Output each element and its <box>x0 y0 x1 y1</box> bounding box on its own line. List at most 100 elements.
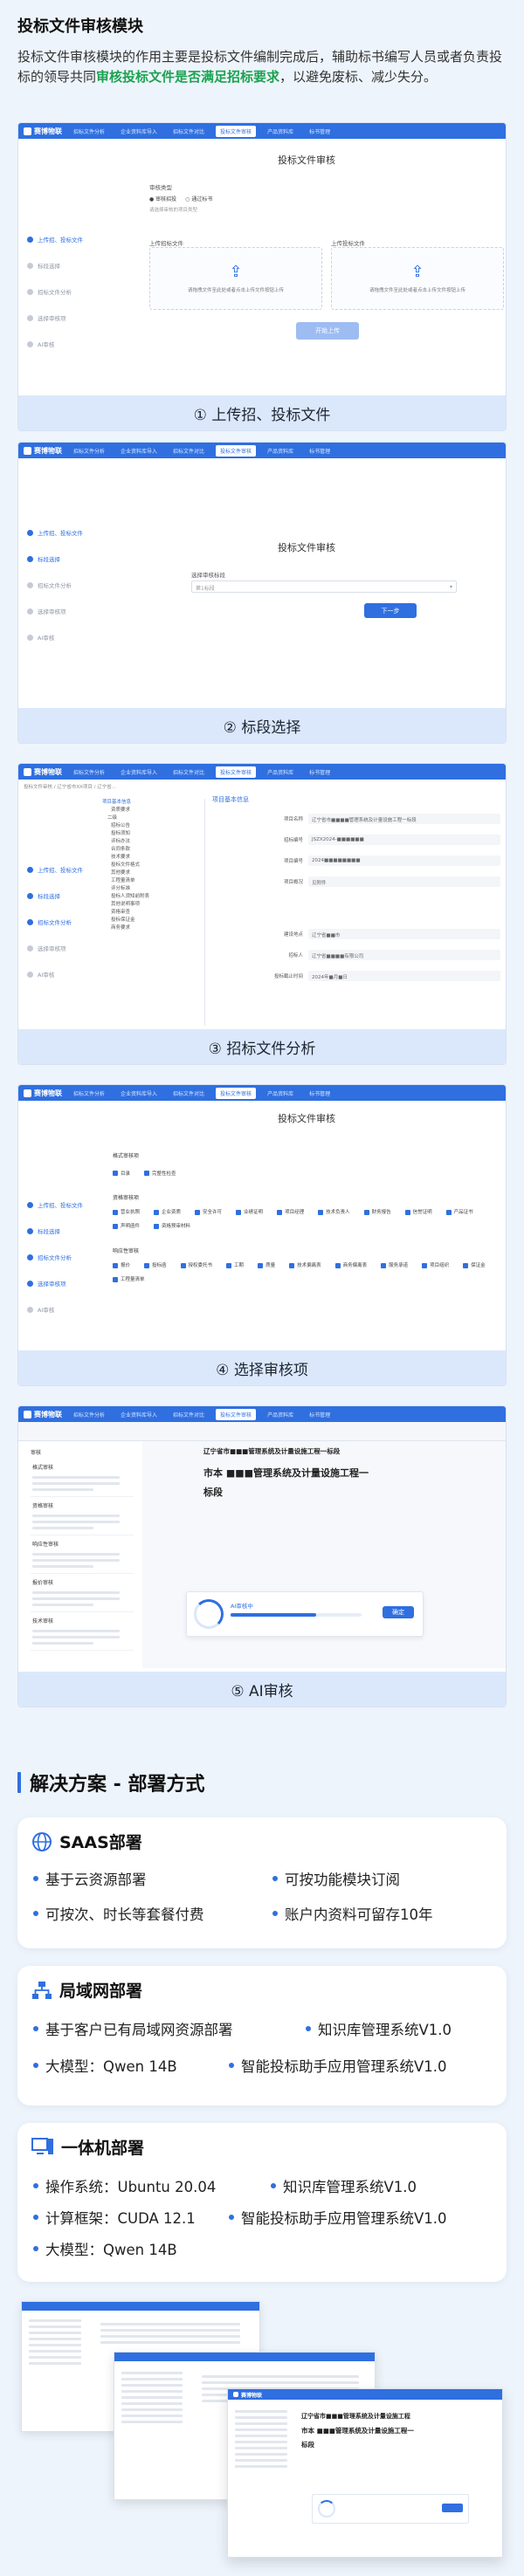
upload-bid-dropzone[interactable]: ⇪ 请拖拽文件至此处或者点击上传文件按钮上传 <box>331 247 504 310</box>
nav-item[interactable]: 产品资料库 <box>263 126 298 137</box>
review-checkbox[interactable]: 投标函 <box>144 1260 167 1272</box>
tree-item[interactable]: 投标保证金 <box>102 917 204 924</box>
review-checkbox[interactable]: 营业执照 <box>113 1206 140 1219</box>
tree-item[interactable]: 工程量清单 <box>102 877 204 885</box>
nav-item[interactable]: 企业资料库导入 <box>116 1409 162 1420</box>
nav-item-active[interactable]: 投标文件审核 <box>216 1408 257 1420</box>
radio-option[interactable]: ○ 通过标书 <box>185 195 212 203</box>
tree-item[interactable]: 商务要求 <box>102 924 204 932</box>
tree-item[interactable]: 评分标准 <box>102 885 204 893</box>
nav-item[interactable]: 企业资料库导入 <box>116 766 162 778</box>
nav-item[interactable]: 企业资料库导入 <box>116 1088 162 1099</box>
tree-item[interactable]: 招标公告 <box>102 822 204 830</box>
nav-item[interactable]: 招标文件分析 <box>69 766 109 778</box>
section-select[interactable]: 第1标段 ▾ <box>191 580 457 593</box>
nav-item[interactable]: 标书管理 <box>305 1088 334 1099</box>
start-upload-button[interactable]: 开始上传 <box>296 322 359 340</box>
tree-item[interactable]: 合同条款 <box>102 846 204 854</box>
review-list-item[interactable]: 格式审核 <box>31 1459 134 1497</box>
tree-item[interactable]: 二级 <box>102 814 204 822</box>
tree-item[interactable]: 投标须知 <box>102 830 204 838</box>
step-item: 标段选择 <box>27 554 106 563</box>
radio-option[interactable]: ● 审核招投 <box>149 195 176 203</box>
review-list-item[interactable]: 资格审核 <box>31 1497 134 1535</box>
upload-tender-dropzone[interactable]: ⇪ 请拖拽文件至此处或者点击上传文件按钮上传 <box>149 247 322 310</box>
review-checkbox[interactable]: 资格预审材料 <box>154 1220 190 1233</box>
tree-item[interactable]: 投标文件格式 <box>102 862 204 869</box>
tree-item[interactable]: 其他说明事项 <box>102 901 204 909</box>
nav-item[interactable]: 企业资料库导入 <box>116 445 162 457</box>
nav-item-active[interactable]: 投标文件审核 <box>216 1087 257 1099</box>
nav-item[interactable]: 标书管理 <box>305 445 334 457</box>
nav-item-active[interactable]: 投标文件审核 <box>216 444 257 457</box>
review-checkbox[interactable]: 报价 <box>113 1260 130 1272</box>
review-checkbox[interactable]: 授权委托书 <box>180 1260 212 1272</box>
row-value: 辽宁省■■市 <box>308 929 500 939</box>
nav-item[interactable]: 招标文件对比 <box>169 1409 209 1420</box>
mini-doc-line: 标段 <box>301 2441 314 2449</box>
breadcrumb: 投标文件审核 / 辽宁省市XX项目 / 辽宁省... <box>24 785 116 790</box>
computer-icon <box>31 2137 53 2154</box>
next-button[interactable]: 下一步 <box>364 603 417 618</box>
nav-item[interactable]: 招标文件分析 <box>69 445 109 457</box>
tree-item[interactable]: 资质要求 <box>102 807 204 814</box>
review-checkbox[interactable]: 工程量清单 <box>113 1274 145 1286</box>
tree-item[interactable]: 其他要求 <box>102 869 204 877</box>
nav-item[interactable]: 产品资料库 <box>263 766 298 778</box>
nav-item[interactable]: 招标文件对比 <box>169 126 209 137</box>
tree-item[interactable]: 技术要求 <box>102 854 204 862</box>
nav-item[interactable]: 标书管理 <box>305 126 334 137</box>
nav-item[interactable]: 招标文件分析 <box>69 1088 109 1099</box>
tree-item[interactable]: 投标人须知前附表 <box>102 893 204 901</box>
nav-item[interactable]: 招标文件对比 <box>169 766 209 778</box>
review-checkbox[interactable]: 财务报告 <box>363 1206 391 1219</box>
review-checkbox[interactable]: 产品证书 <box>445 1206 473 1219</box>
review-list-item[interactable]: 报价审核 <box>31 1574 134 1612</box>
review-checkbox[interactable]: 企业资质 <box>154 1206 181 1219</box>
review-checkbox[interactable]: 商务偏离表 <box>334 1260 367 1272</box>
row-value: JSZX2024-■■■■■■ <box>308 835 500 845</box>
nav-item[interactable]: 招标文件分析 <box>69 126 109 137</box>
review-checkbox[interactable]: 技术负责人 <box>318 1206 350 1219</box>
checkbox-icon <box>154 1210 160 1215</box>
review-checkbox[interactable]: 质量 <box>258 1260 275 1272</box>
nav-item[interactable]: 标书管理 <box>305 766 334 778</box>
review-checkbox[interactable]: 技术偏离表 <box>289 1260 321 1272</box>
nav-item[interactable]: 产品资料库 <box>263 1409 298 1420</box>
nav-item[interactable]: 产品资料库 <box>263 445 298 457</box>
review-list-item[interactable]: 技术审核 <box>31 1612 134 1651</box>
nav-item[interactable]: 招标文件对比 <box>169 1088 209 1099</box>
screenshot-ai-review-panel: 赛博物联 招标文件分析 企业资料库导入 招标文件对比 投标文件审核 产品资料库 … <box>17 1405 507 1707</box>
review-checkbox[interactable]: 保证金 <box>463 1260 486 1272</box>
review-list-item[interactable]: 响应性审核 <box>31 1535 134 1574</box>
review-checkbox[interactable]: 目录 <box>113 1170 130 1177</box>
review-checkbox[interactable]: 安全许可 <box>195 1206 222 1219</box>
review-checkbox[interactable]: 信誉证明 <box>404 1206 432 1219</box>
nav-item[interactable]: 标书管理 <box>305 1409 334 1420</box>
review-checkbox[interactable]: 服务承诺 <box>381 1260 408 1272</box>
review-checkbox[interactable]: 项目经理 <box>277 1206 304 1219</box>
saas-card: SAAS部署 基于云资源部署 可按功能模块订阅 可按次、时长等套餐付费 账户内资… <box>17 1817 507 1948</box>
nav-item[interactable]: 产品资料库 <box>263 1088 298 1099</box>
nav-item[interactable]: 招标文件对比 <box>169 445 209 457</box>
info-row: 招标编号 JSZX2024-■■■■■■ <box>212 834 500 846</box>
nav-item-active[interactable]: 投标文件审核 <box>216 766 257 778</box>
checkbox-icon <box>113 1210 118 1215</box>
review-checkbox[interactable]: 声明函件 <box>113 1220 140 1233</box>
step-item: 上传招、投标文件 <box>27 528 106 537</box>
review-checkbox[interactable]: 工期 <box>226 1260 244 1272</box>
mini-list <box>121 2372 183 2427</box>
nav-item[interactable]: 招标文件分析 <box>69 1409 109 1420</box>
review-checkbox[interactable]: 完整性检查 <box>144 1170 176 1177</box>
tree-item[interactable]: 项目基本信息 <box>102 799 204 807</box>
review-checkbox[interactable]: 业绩证明 <box>236 1206 263 1219</box>
mini-doc-line: 辽宁省市■■■管理系统及计量设施工程 <box>301 2413 410 2420</box>
tree-item[interactable]: 评标办法 <box>102 838 204 846</box>
intro-suffix: ，以避免废标、减少失分。 <box>279 69 438 85</box>
tree-item[interactable]: 资格审查 <box>102 909 204 917</box>
checkbox-icon <box>113 1171 118 1176</box>
confirm-button[interactable]: 确定 <box>383 1606 414 1618</box>
nav-item[interactable]: 企业资料库导入 <box>116 126 162 137</box>
review-checkbox[interactable]: 项目组织 <box>422 1260 449 1272</box>
nav-item-active[interactable]: 投标文件审核 <box>216 125 257 137</box>
